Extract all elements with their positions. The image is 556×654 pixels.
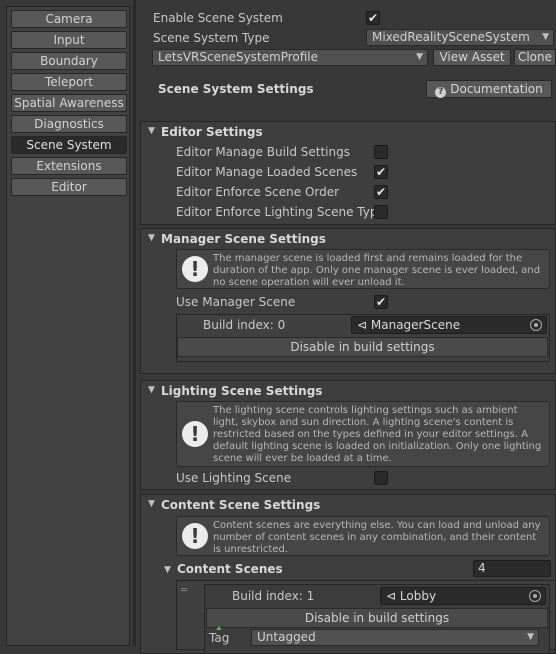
manager-info-box: ! The manager scene is loaded first and … <box>176 249 550 289</box>
check-icon: ✔ <box>367 11 379 25</box>
lighting-scene-settings-title: Lighting Scene Settings <box>161 384 323 398</box>
chevron-down-icon: ▼ <box>527 632 534 642</box>
nav-input-button[interactable]: Input <box>11 31 127 49</box>
foldout-arrow-icon[interactable]: ▼ <box>164 565 171 575</box>
divider <box>133 0 136 646</box>
enable-scene-system-label: Enable Scene System <box>153 11 283 25</box>
editor-settings-title: Editor Settings <box>161 125 263 139</box>
info-icon: ! <box>182 523 208 549</box>
manager-build-index-label: Build index: 0 <box>203 318 286 332</box>
content-scenes-label: Content Scenes <box>177 562 283 576</box>
editor-enforce-scene-order-label: Editor Enforce Scene Order <box>176 185 340 199</box>
content-build-index-label: Build index: 1 <box>232 589 315 603</box>
info-icon: ! <box>182 421 208 447</box>
scene-icon: ⊲ <box>386 589 397 603</box>
editor-manage-build-settings-checkbox[interactable] <box>374 145 388 159</box>
check-icon: ✔ <box>375 185 387 199</box>
view-asset-button[interactable]: View Asset <box>433 49 511 66</box>
manager-scene-settings-title: Manager Scene Settings <box>161 232 326 246</box>
profile-value: LetsVRSceneSystemProfile <box>158 50 319 64</box>
manager-scene-field[interactable]: ⊲ ManagerScene <box>351 316 547 334</box>
nav-diagnostics-button[interactable]: Diagnostics <box>11 115 127 133</box>
editor-enforce-lighting-scene-type-checkbox[interactable] <box>374 205 388 219</box>
content-info-box: ! Content scenes are everything else. Yo… <box>176 516 550 556</box>
nav-boundary-button[interactable]: Boundary <box>11 52 127 70</box>
manager-disable-in-build-button[interactable]: Disable in build settings <box>177 337 548 357</box>
foldout-arrow-icon[interactable]: ▼ <box>148 126 155 136</box>
content-scene-value: Lobby <box>399 589 437 603</box>
foldout-arrow-icon[interactable]: ▼ <box>148 499 155 509</box>
content-disable-in-build-button[interactable]: Disable in build settings <box>206 608 548 628</box>
use-manager-scene-label: Use Manager Scene <box>176 295 296 309</box>
use-lighting-scene-label: Use Lighting Scene <box>176 471 292 485</box>
profile-dropdown[interactable]: LetsVRSceneSystemProfile ▼ <box>152 49 428 66</box>
documentation-button[interactable]: ? Documentation <box>426 80 552 98</box>
use-lighting-scene-checkbox[interactable] <box>374 471 388 485</box>
tag-label: Tag <box>209 631 230 645</box>
tag-dropdown[interactable]: Untagged ▼ <box>251 629 539 646</box>
check-icon: ✔ <box>375 295 387 309</box>
nav-camera-button[interactable]: Camera <box>11 10 127 28</box>
enable-scene-system-checkbox[interactable]: ✔ <box>366 11 380 25</box>
lighting-info-box: ! The lighting scene controls lighting s… <box>176 401 550 467</box>
drag-handle-icon[interactable]: ═ <box>181 585 187 596</box>
content-scene-field[interactable]: ⊲ Lobby <box>380 587 546 605</box>
content-scene-settings-title: Content Scene Settings <box>161 498 321 512</box>
scene-system-type-value: MixedRealitySceneSystem <box>372 30 530 44</box>
documentation-label: Documentation <box>450 82 543 96</box>
nav-editor-button[interactable]: Editor <box>11 178 127 196</box>
content-scenes-count-field[interactable]: 4 <box>473 560 551 577</box>
tag-value: Untagged <box>257 630 316 644</box>
help-icon: ? <box>435 87 447 98</box>
scene-system-type-dropdown[interactable]: MixedRealitySceneSystem ▼ <box>366 29 554 46</box>
nav-scene-system-button[interactable]: Scene System <box>11 136 127 154</box>
nav-teleport-button[interactable]: Teleport <box>11 73 127 91</box>
object-picker-icon[interactable] <box>529 590 541 602</box>
scene-system-type-label: Scene System Type <box>153 31 270 45</box>
editor-enforce-scene-order-checkbox[interactable]: ✔ <box>374 185 388 199</box>
foldout-arrow-icon[interactable]: ▼ <box>148 385 155 395</box>
clone-button[interactable]: Clone <box>514 49 556 66</box>
foldout-arrow-icon[interactable]: ▼ <box>148 233 155 243</box>
nav-spatial-awareness-button[interactable]: Spatial Awareness <box>11 94 127 112</box>
use-manager-scene-checkbox[interactable]: ✔ <box>374 295 388 309</box>
scene-icon: ⊲ <box>357 318 368 332</box>
object-picker-icon[interactable] <box>530 319 542 331</box>
chevron-down-icon: ▼ <box>542 32 549 42</box>
chevron-down-icon: ▼ <box>416 52 423 62</box>
info-icon: ! <box>182 256 208 282</box>
editor-manage-build-settings-label: Editor Manage Build Settings <box>176 145 350 159</box>
lighting-info-text: The lighting scene controls lighting set… <box>213 405 542 464</box>
editor-enforce-lighting-scene-type-label: Editor Enforce Lighting Scene Type <box>176 205 385 219</box>
profile-nav: Camera Input Boundary Teleport Spatial A… <box>6 6 130 646</box>
editor-manage-loaded-scenes-label: Editor Manage Loaded Scenes <box>176 165 358 179</box>
editor-manage-loaded-scenes-checkbox[interactable]: ✔ <box>374 165 388 179</box>
settings-title: Scene System Settings <box>158 82 314 96</box>
nav-extensions-button[interactable]: Extensions <box>11 157 127 175</box>
content-info-text: Content scenes are everything else. You … <box>213 520 541 555</box>
manager-info-text: The manager scene is loaded first and re… <box>213 253 541 288</box>
manager-scene-value: ManagerScene <box>370 318 461 332</box>
check-icon: ✔ <box>375 165 387 179</box>
